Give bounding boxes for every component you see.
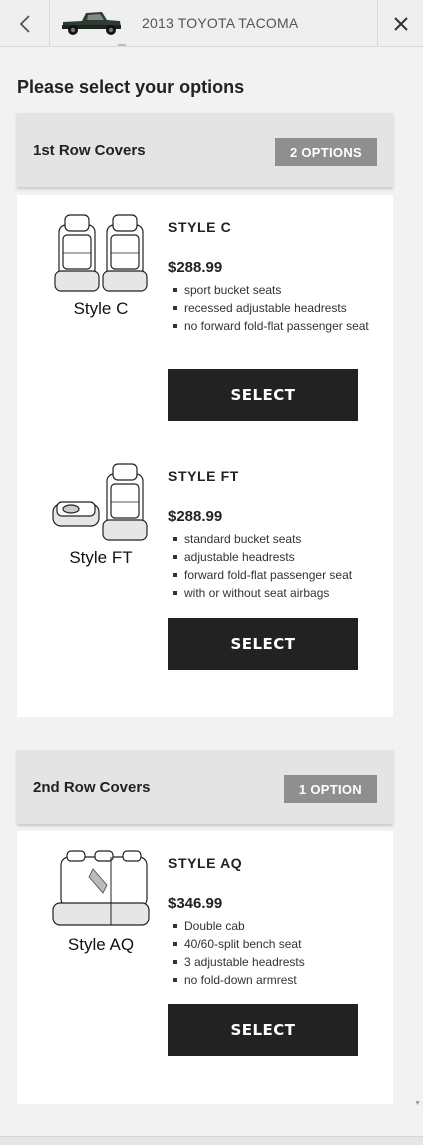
section-panel-2nd-row: Style AQ STYLE AQ $346.99 Double cab 40/… bbox=[17, 831, 393, 1104]
truck-thumbnail bbox=[62, 12, 121, 35]
seat-cover-image-style-aq bbox=[52, 850, 150, 926]
chevron-left-icon bbox=[19, 14, 30, 33]
style-name: STYLE FT bbox=[168, 468, 239, 484]
section-panel-1st-row: Style C STYLE C $288.99 sport bucket sea… bbox=[17, 195, 393, 717]
feature-item: no fold-down armrest bbox=[173, 971, 373, 989]
feature-list: sport bucket seats recessed adjustable h… bbox=[173, 281, 373, 335]
section-title: 1st Row Covers bbox=[33, 142, 146, 159]
back-button[interactable] bbox=[0, 0, 50, 47]
price: $288.99 bbox=[168, 259, 223, 276]
page-title: Please select your options bbox=[17, 77, 245, 97]
style-name: STYLE AQ bbox=[168, 855, 243, 871]
feature-list: Double cab 40/60-split bench seat 3 adju… bbox=[173, 917, 373, 989]
image-caption: Style AQ bbox=[67, 935, 135, 954]
seat-cover-image-style-c bbox=[54, 214, 148, 292]
section-header-2nd-row: 2nd Row Covers 1 OPTION bbox=[17, 750, 393, 824]
feature-item: adjustable headrests bbox=[173, 548, 373, 566]
feature-item: with or without seat airbags bbox=[173, 584, 373, 602]
options-badge: 1 OPTION bbox=[283, 775, 377, 803]
section-header-1st-row: 1st Row Covers 2 OPTIONS bbox=[17, 113, 393, 187]
image-caption: Style FT bbox=[69, 548, 133, 567]
product-card-style-aq: Style AQ STYLE AQ $346.99 Double cab 40/… bbox=[17, 831, 393, 1056]
image-caption: Style C bbox=[73, 299, 129, 318]
thumbnail-indicator bbox=[118, 44, 126, 46]
vehicle-title: 2013 TOYOTA TACOMA bbox=[142, 15, 299, 31]
close-button[interactable] bbox=[377, 0, 423, 47]
price: $346.99 bbox=[168, 895, 223, 912]
seat-cover-image-style-ft bbox=[52, 463, 148, 541]
select-button-style-ft[interactable]: SELECT bbox=[168, 618, 358, 670]
feature-item: standard bucket seats bbox=[173, 530, 373, 548]
price: $288.99 bbox=[168, 508, 223, 525]
options-badge: 2 OPTIONS bbox=[274, 138, 377, 166]
section-title: 2nd Row Covers bbox=[33, 779, 151, 796]
feature-list: standard bucket seats adjustable headres… bbox=[173, 530, 373, 602]
style-name: STYLE C bbox=[168, 219, 232, 235]
product-card-style-c: Style C STYLE C $288.99 sport bucket sea… bbox=[17, 195, 393, 421]
top-bar: 2013 TOYOTA TACOMA bbox=[0, 0, 423, 47]
select-button-style-c[interactable]: SELECT bbox=[168, 369, 358, 421]
feature-item: Double cab bbox=[173, 917, 373, 935]
feature-item: forward fold-flat passenger seat bbox=[173, 566, 373, 584]
scroll-down-arrow-icon[interactable]: ▼ bbox=[414, 1100, 421, 1107]
feature-item: 3 adjustable headrests bbox=[173, 953, 373, 971]
feature-item: sport bucket seats bbox=[173, 281, 373, 299]
product-card-style-ft: Style FT STYLE FT $288.99 standard bucke… bbox=[17, 444, 393, 670]
feature-item: recessed adjustable headrests bbox=[173, 299, 373, 317]
feature-item: 40/60-split bench seat bbox=[173, 935, 373, 953]
close-icon bbox=[393, 16, 408, 31]
select-button-style-aq[interactable]: SELECT bbox=[168, 1004, 358, 1056]
feature-item: no forward fold-flat passenger seat bbox=[173, 317, 373, 335]
